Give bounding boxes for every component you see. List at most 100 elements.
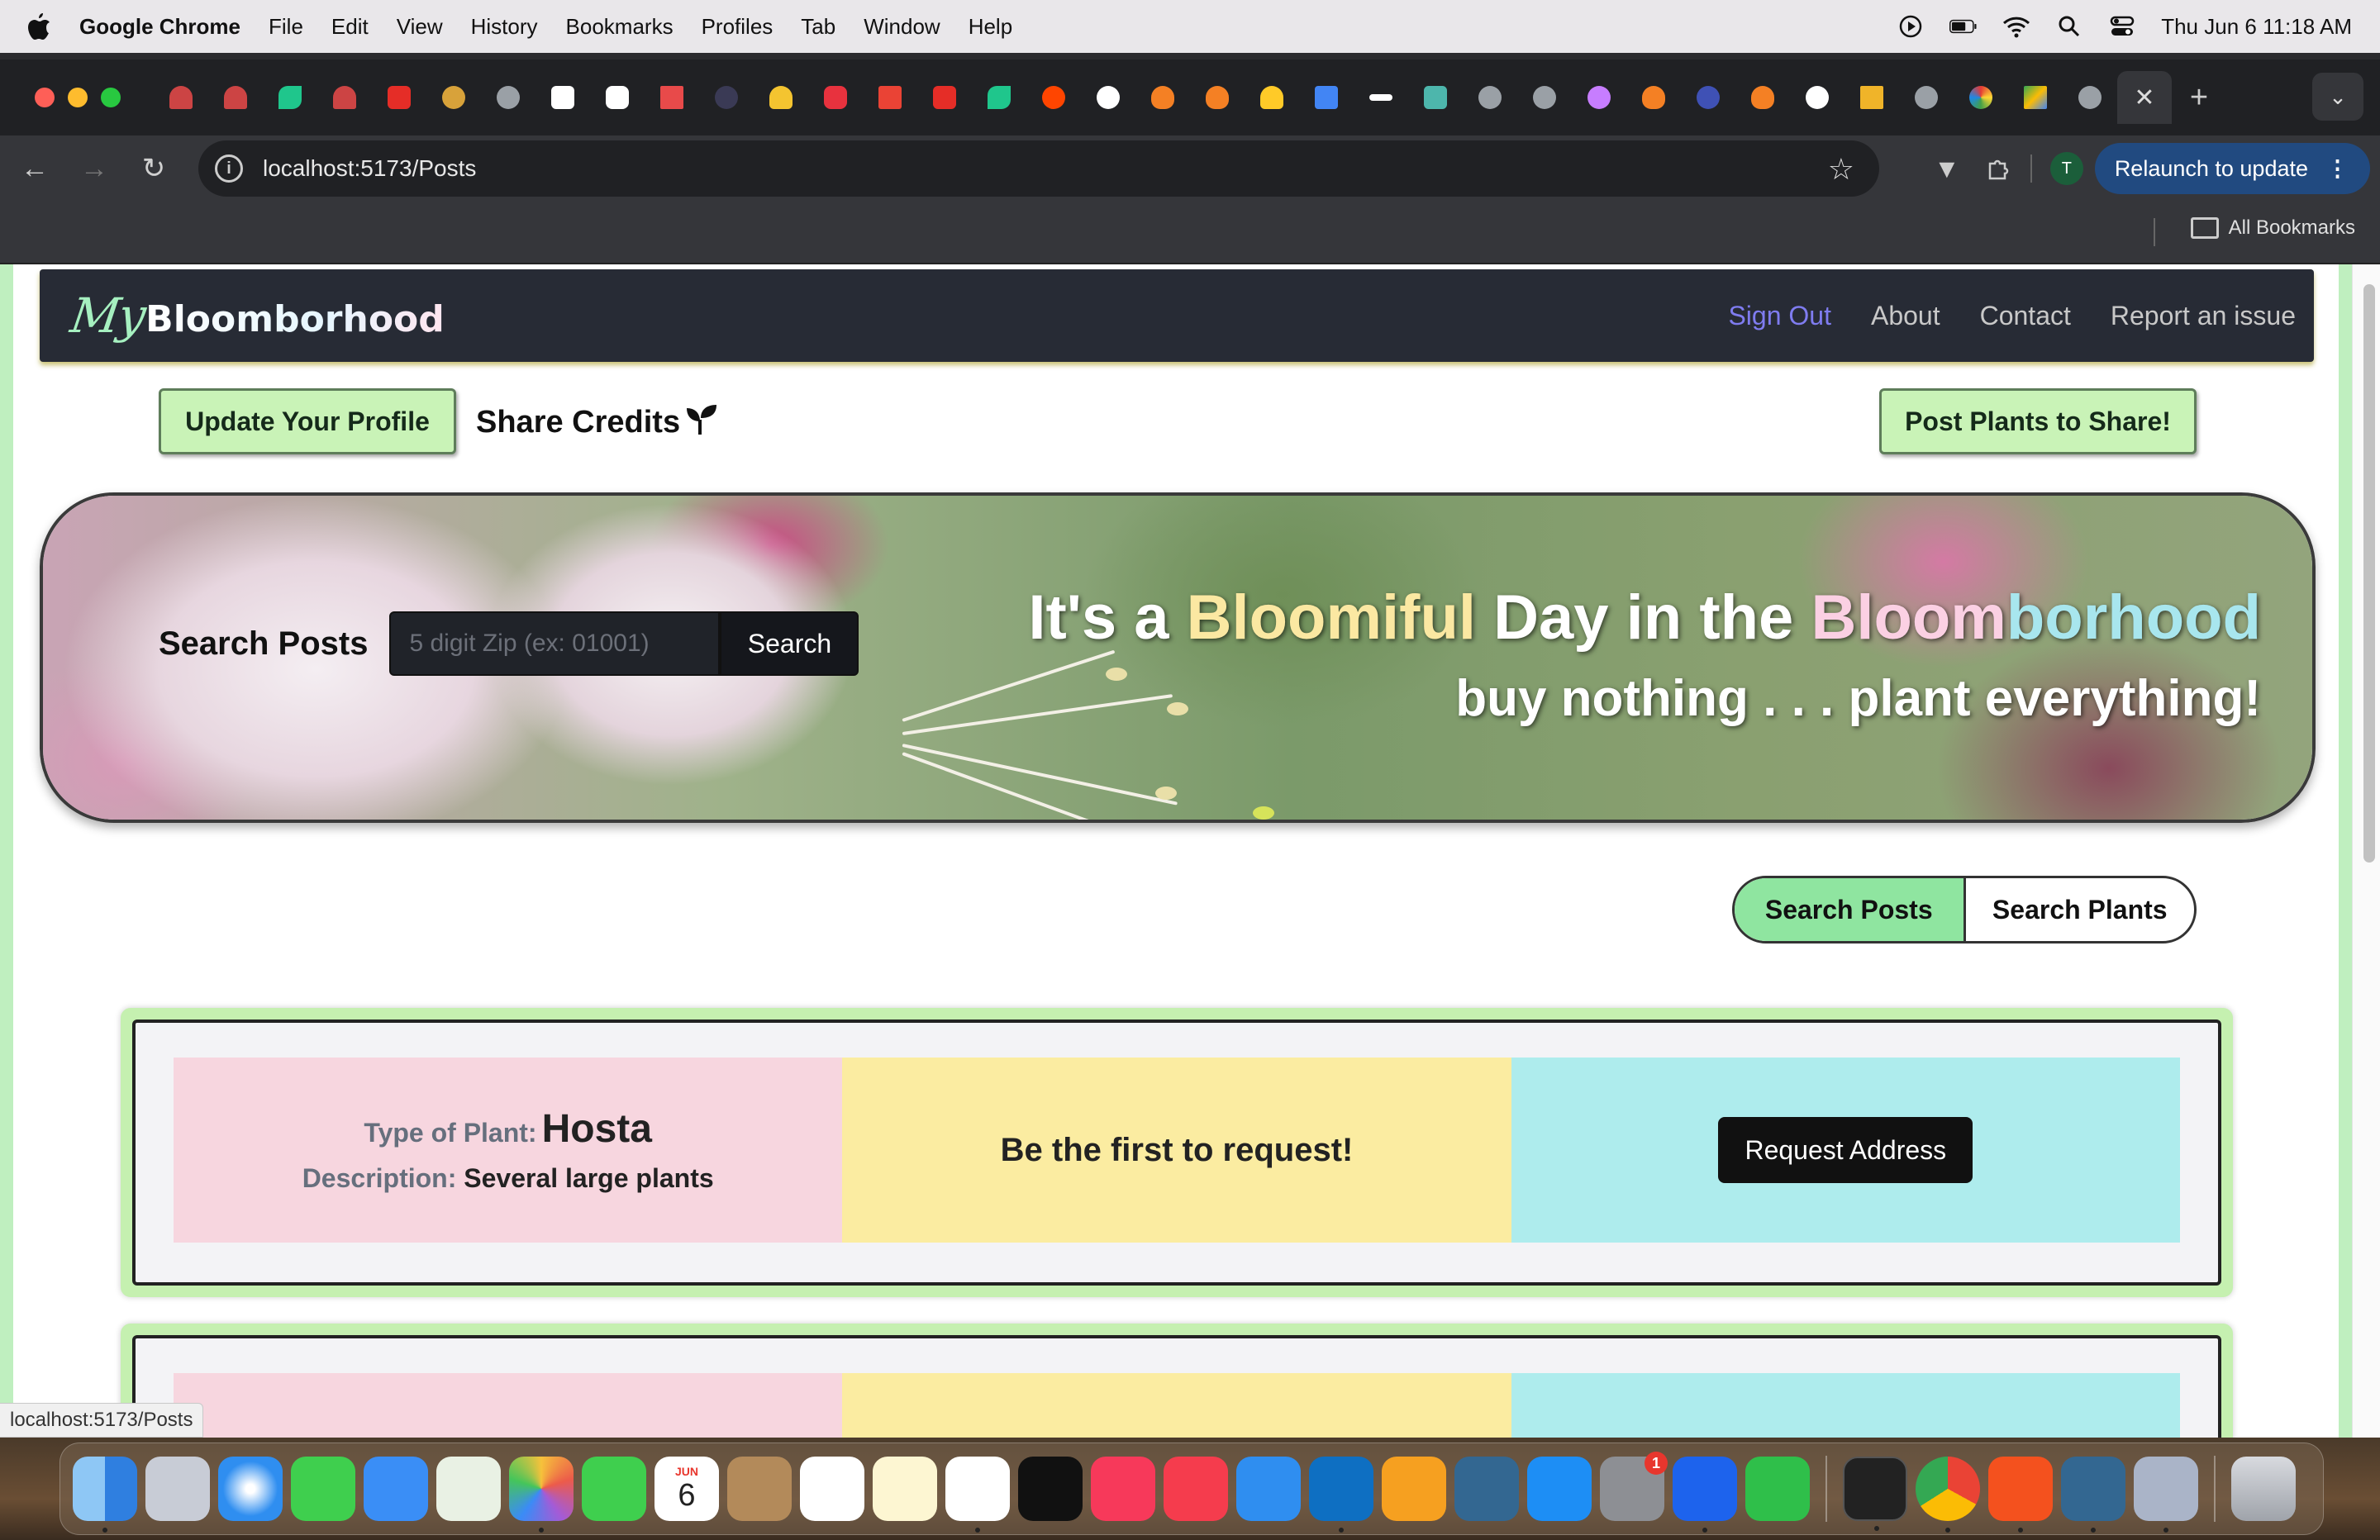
reload-icon[interactable]: ↻ <box>129 144 178 193</box>
profile-avatar[interactable]: T <box>2049 152 2083 185</box>
search-button[interactable]: Search <box>720 611 859 676</box>
update-profile-button[interactable]: Update Your Profile <box>159 388 456 454</box>
site-info-icon[interactable]: i <box>215 154 243 183</box>
toggle-search-plants[interactable]: Search Plants <box>1966 878 2195 941</box>
tab-favicon[interactable] <box>1026 71 1081 124</box>
terminal-icon[interactable] <box>1843 1457 1907 1531</box>
tab-favicon[interactable] <box>1517 71 1572 124</box>
nav-report-issue[interactable]: Report an issue <box>2111 301 2296 331</box>
tab-favicon[interactable] <box>372 71 426 124</box>
tab-favicon[interactable] <box>1572 71 1626 124</box>
relaunch-to-update-button[interactable]: Relaunch to update ⋮ <box>2094 143 2370 194</box>
chrome-icon[interactable] <box>1916 1457 1980 1533</box>
menu-profiles[interactable]: Profiles <box>702 14 774 40</box>
tab-favicon[interactable] <box>1408 71 1463 124</box>
tab-favicon[interactable] <box>426 71 481 124</box>
control-center-icon[interactable] <box>2108 14 2136 39</box>
numbers-icon[interactable] <box>1745 1457 1810 1521</box>
menu-bookmarks[interactable]: Bookmarks <box>566 14 674 40</box>
tab-favicon[interactable] <box>1790 71 1844 124</box>
tab-favicon[interactable] <box>699 71 754 124</box>
postgres-icon[interactable] <box>1454 1457 1519 1521</box>
new-tab-icon[interactable]: + <box>2172 71 2226 124</box>
music-icon[interactable] <box>1091 1457 1155 1521</box>
finder-icon[interactable] <box>73 1457 137 1533</box>
nav-sign-out[interactable]: Sign Out <box>1728 301 1831 331</box>
tab-favicon[interactable] <box>1245 71 1299 124</box>
menu-help[interactable]: Help <box>969 14 1012 40</box>
facetime-icon[interactable] <box>582 1457 646 1521</box>
tab-favicon[interactable] <box>972 71 1026 124</box>
address-bar-url[interactable]: localhost:5173/Posts <box>263 155 476 182</box>
battery-icon[interactable] <box>1949 14 1978 39</box>
calendar-icon[interactable]: JUN 6 <box>654 1457 719 1521</box>
bookmark-star-icon[interactable]: ☆ <box>1828 152 1854 187</box>
tab-favicon[interactable] <box>317 71 372 124</box>
preview-icon[interactable] <box>2134 1457 2198 1533</box>
tab-favicon[interactable] <box>754 71 808 124</box>
tab-favicon[interactable] <box>1844 71 1899 124</box>
tab-favicon[interactable] <box>1735 71 1790 124</box>
extensions-puzzle-icon[interactable] <box>1973 144 2024 193</box>
nav-about[interactable]: About <box>1871 301 1940 331</box>
tab-favicon[interactable] <box>1954 71 2008 124</box>
tab-favicon[interactable] <box>1299 71 1354 124</box>
maps-icon[interactable] <box>436 1457 501 1521</box>
pgadmin-icon[interactable] <box>2061 1457 2125 1533</box>
tab-favicon[interactable] <box>1626 71 1681 124</box>
menu-view[interactable]: View <box>397 14 443 40</box>
tab-favicon[interactable] <box>154 71 208 124</box>
menu-clock[interactable]: Thu Jun 6 11:18 AM <box>2161 14 2352 40</box>
tab-favicon[interactable] <box>645 71 699 124</box>
pages-icon[interactable] <box>1382 1457 1446 1521</box>
all-bookmarks-button[interactable]: All Bookmarks <box>2190 216 2355 240</box>
menu-tab[interactable]: Tab <box>801 14 835 40</box>
tab-search-chevron-icon[interactable]: ⌄ <box>2312 73 2363 121</box>
keynote-icon[interactable] <box>1236 1457 1301 1521</box>
close-window-button[interactable] <box>35 88 55 107</box>
app-store-icon[interactable] <box>1527 1457 1592 1521</box>
launchpad-icon[interactable] <box>145 1457 210 1521</box>
safari-icon[interactable] <box>218 1457 283 1521</box>
tab-favicon[interactable] <box>1463 71 1517 124</box>
tab-favicon[interactable] <box>208 71 263 124</box>
zip-search-input[interactable] <box>389 611 721 676</box>
site-logo[interactable]: My Bloomborhood <box>67 288 445 344</box>
post-plants-button[interactable]: Post Plants to Share! <box>1879 388 2197 454</box>
menu-history[interactable]: History <box>471 14 538 40</box>
menu-app-name[interactable]: Google Chrome <box>79 14 240 40</box>
active-tab-close-icon[interactable]: ✕ <box>2117 71 2172 124</box>
nav-contact[interactable]: Contact <box>1980 301 2071 331</box>
tab-favicon[interactable] <box>1081 71 1135 124</box>
tab-favicon[interactable] <box>863 71 917 124</box>
tab-favicon[interactable] <box>536 71 590 124</box>
freeform-icon[interactable] <box>945 1457 1010 1533</box>
photos-icon[interactable] <box>509 1457 574 1533</box>
notes-icon[interactable] <box>873 1457 937 1521</box>
tab-favicon[interactable] <box>1681 71 1735 124</box>
apple-tv-icon[interactable] <box>1018 1457 1083 1521</box>
reminders-icon[interactable] <box>800 1457 864 1521</box>
address-bar[interactable]: i localhost:5173/Posts ☆ <box>198 140 1879 197</box>
tab-favicon[interactable] <box>1354 71 1408 124</box>
scrollbar-thumb[interactable] <box>2363 284 2375 863</box>
news-icon[interactable] <box>1164 1457 1228 1521</box>
apple-logo-icon[interactable] <box>25 12 51 41</box>
tab-favicon[interactable] <box>1190 71 1245 124</box>
kebab-menu-icon[interactable]: ⋮ <box>2326 156 2349 182</box>
contacts-icon[interactable] <box>727 1457 792 1521</box>
tab-favicon[interactable] <box>2008 71 2063 124</box>
menu-window[interactable]: Window <box>864 14 940 40</box>
vuetify-extension-icon[interactable]: ▼ <box>1921 144 1973 193</box>
tab-favicon[interactable] <box>917 71 972 124</box>
tab-favicon[interactable] <box>1135 71 1190 124</box>
spotlight-search-icon[interactable] <box>2055 14 2083 39</box>
trash-icon[interactable] <box>2231 1457 2296 1521</box>
tab-favicon[interactable] <box>2063 71 2117 124</box>
menu-edit[interactable]: Edit <box>331 14 369 40</box>
forward-arrow-icon[interactable]: → <box>69 144 119 193</box>
messages-icon[interactable] <box>291 1457 355 1521</box>
minimize-window-button[interactable] <box>68 88 88 107</box>
tab-favicon[interactable] <box>481 71 536 124</box>
back-arrow-icon[interactable]: ← <box>10 144 60 193</box>
